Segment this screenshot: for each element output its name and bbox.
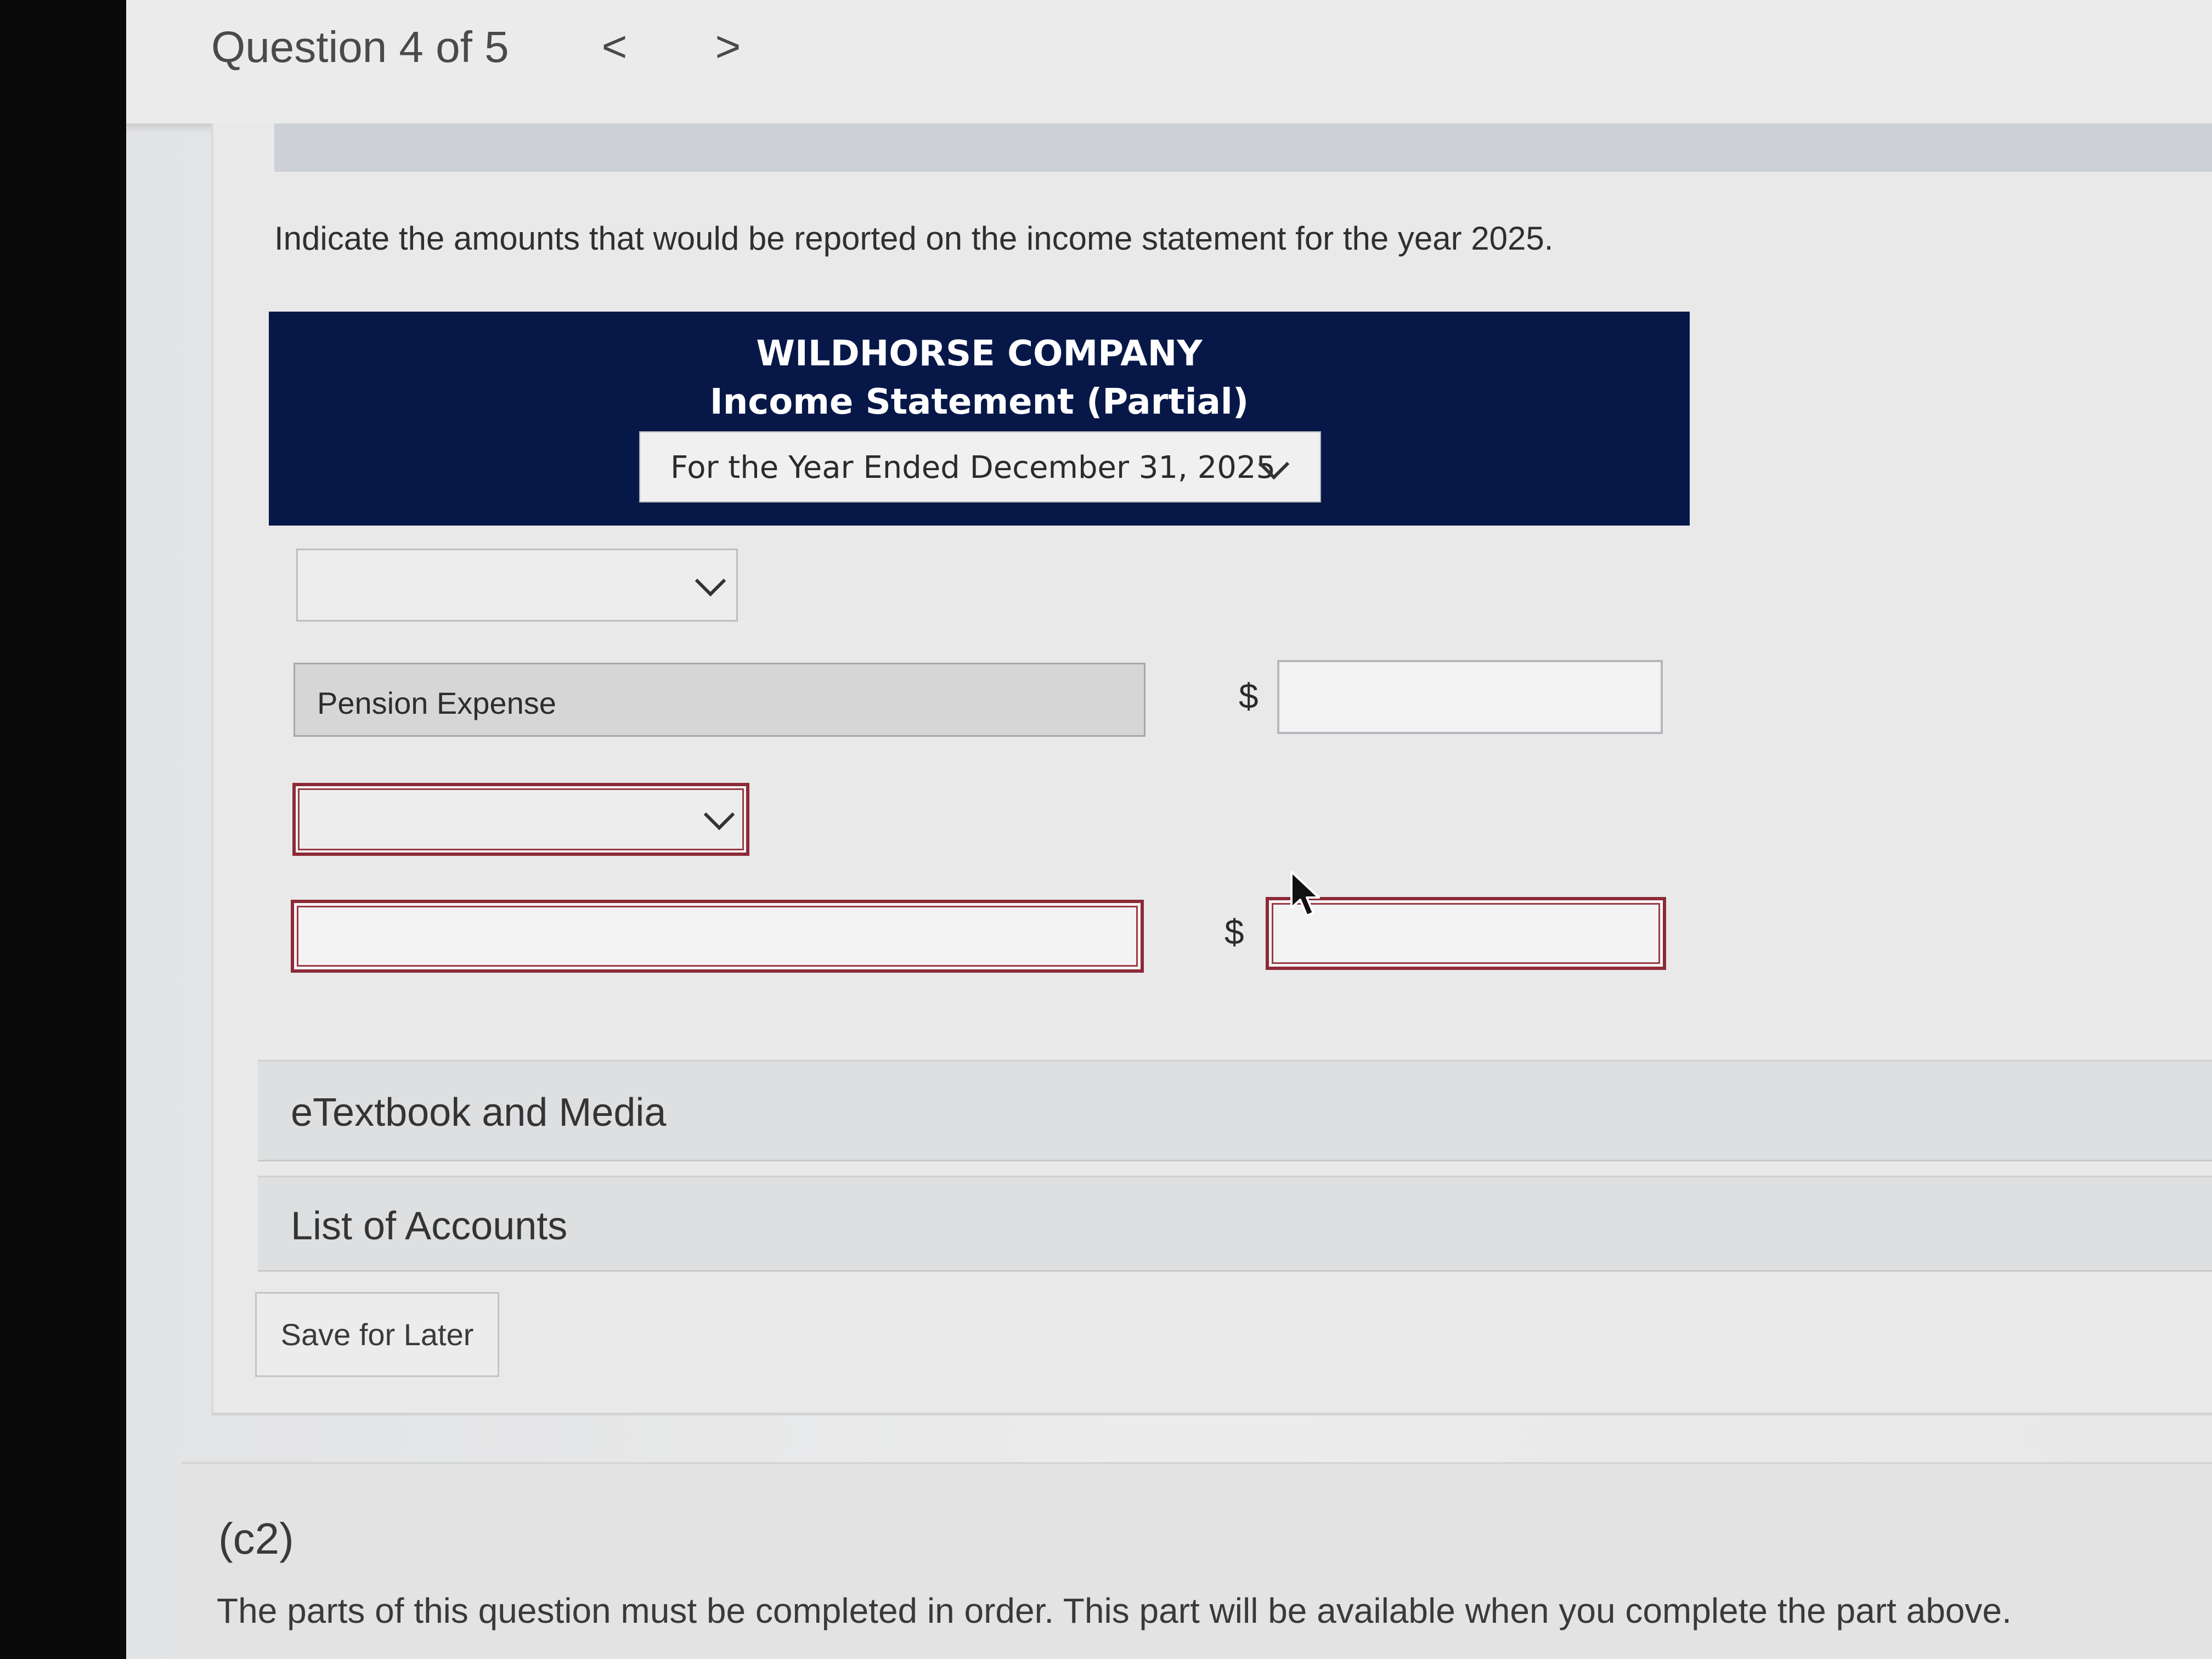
company-name: WILDHORSE COMPANY xyxy=(756,334,1203,374)
period-dropdown[interactable]: For the Year Ended December 31, 2025 xyxy=(639,431,1321,503)
statement-header: WILDHORSE COMPANY Income Statement (Part… xyxy=(269,312,1690,526)
previous-part-banner xyxy=(274,123,2212,172)
line-item-input[interactable] xyxy=(291,900,1144,973)
next-part-section: (c2) The parts of this question must be … xyxy=(181,1462,2212,1659)
device-bezel xyxy=(0,0,126,1659)
statement-title: Income Statement (Partial) xyxy=(709,382,1249,422)
period-selected-value: For the Year Ended December 31, 2025 xyxy=(670,450,1276,486)
accordion-label: List of Accounts xyxy=(291,1204,568,1248)
etextbook-media-accordion[interactable]: eTextbook and Media xyxy=(258,1060,2212,1161)
chevron-down-icon xyxy=(703,799,735,831)
part-locked-message: The parts of this question must be compl… xyxy=(217,1591,2012,1630)
account-dropdown-1[interactable] xyxy=(296,549,738,622)
chevron-left-icon[interactable]: < xyxy=(592,22,636,71)
question-counter: Question 4 of 5 xyxy=(211,22,509,71)
currency-symbol: $ xyxy=(1224,912,1244,952)
instruction-text: Indicate the amounts that would be repor… xyxy=(274,220,1554,257)
list-of-accounts-accordion[interactable]: List of Accounts xyxy=(258,1176,2212,1272)
amount-input-2[interactable] xyxy=(1266,897,1666,970)
account-dropdown-2[interactable] xyxy=(292,783,749,856)
line-item-label: Pension Expense xyxy=(294,663,1146,737)
mouse-pointer-icon xyxy=(1290,871,1320,917)
amount-input-1[interactable] xyxy=(1277,660,1663,734)
chevron-down-icon xyxy=(695,565,726,597)
question-header: Question 4 of 5 < > xyxy=(126,0,2212,126)
save-for-later-button[interactable]: Save for Later xyxy=(255,1292,499,1377)
accordion-label: eTextbook and Media xyxy=(291,1091,667,1135)
currency-symbol: $ xyxy=(1239,676,1259,716)
line-item-text: Pension Expense xyxy=(317,686,556,720)
chevron-right-icon[interactable]: > xyxy=(706,22,750,71)
part-label: (c2) xyxy=(218,1514,294,1563)
